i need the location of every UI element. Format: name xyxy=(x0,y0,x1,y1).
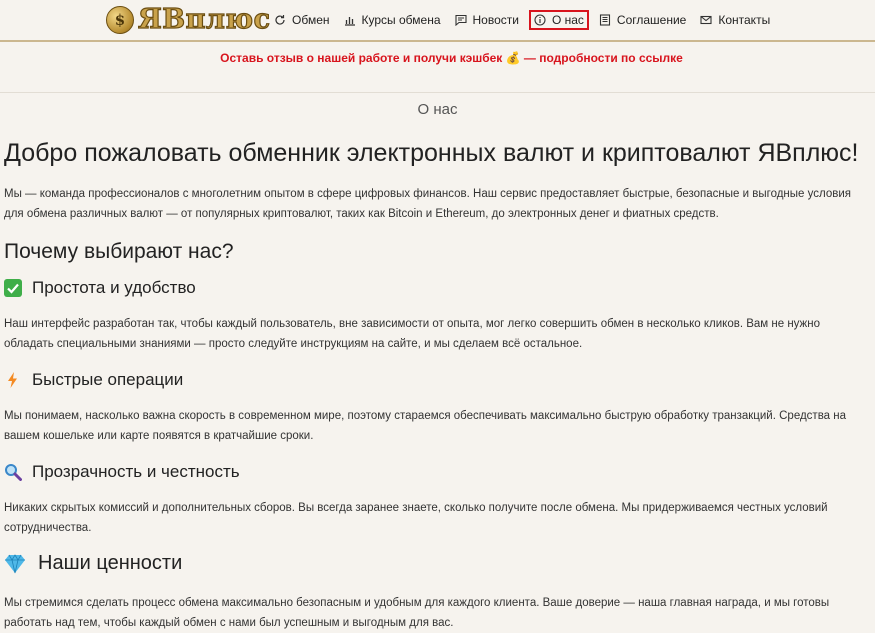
nav-contacts[interactable]: Контакты xyxy=(696,11,774,29)
values-text: Мы стремимся сделать процесс обмена макс… xyxy=(4,597,830,629)
gem-icon xyxy=(4,553,26,574)
magnifier-icon xyxy=(4,463,22,481)
coin-logo-icon: $ xyxy=(106,6,134,34)
book-icon xyxy=(599,14,611,26)
section-title-transparency: Прозрачность и честность xyxy=(32,462,240,481)
page-heading: О нас xyxy=(0,92,875,118)
section-text-transparency: Никаких скрытых комиссий и дополнительны… xyxy=(4,502,828,534)
message-icon xyxy=(454,14,467,26)
check-icon xyxy=(4,279,22,297)
nav-news[interactable]: Новости xyxy=(451,11,523,29)
nav-about[interactable]: О нас xyxy=(528,10,589,30)
nav-agreement[interactable]: Соглашение xyxy=(595,11,690,29)
nav-contacts-label: Контакты xyxy=(718,13,771,27)
nav-rates-label: Курсы обмена xyxy=(361,13,441,27)
values-heading: Наши ценности xyxy=(4,552,868,575)
page-title: Добро пожаловать обменник электронных ва… xyxy=(4,139,859,167)
main-nav: Обмен Курсы обмена Новости О нас Соглаше… xyxy=(270,0,780,40)
intro-paragraph: Мы — команда профессионалов с многолетни… xyxy=(4,188,851,220)
nav-agreement-label: Соглашение xyxy=(616,13,687,27)
site-logo[interactable]: $ ЯВплюс xyxy=(106,4,271,35)
site-header: $ ЯВплюс Обмен Курсы обмена Новости О на… xyxy=(0,0,875,42)
nav-exchange[interactable]: Обмен xyxy=(270,11,334,29)
nav-exchange-label: Обмен xyxy=(292,13,330,27)
mail-icon xyxy=(700,14,712,26)
info-icon xyxy=(534,14,546,26)
section-heading-transparency: Прозрачность и честность xyxy=(4,462,868,482)
why-heading: Почему выбирают нас? xyxy=(4,240,234,263)
values-title: Наши ценности xyxy=(38,552,183,574)
nav-news-label: Новости xyxy=(472,13,519,27)
section-text-simplicity: Наш интерфейс разработан так, чтобы кажд… xyxy=(4,318,821,350)
section-heading-simplicity: Простота и удобство xyxy=(4,278,868,298)
about-content: Добро пожаловать обменник электронных ва… xyxy=(4,136,868,633)
logo-text: ЯВплюс xyxy=(137,4,271,35)
nav-about-label: О нас xyxy=(551,13,584,27)
lightning-icon xyxy=(4,371,22,389)
section-title-simplicity: Простота и удобство xyxy=(32,278,196,297)
section-heading-speed: Быстрые операции xyxy=(4,370,868,390)
refresh-icon xyxy=(274,14,286,26)
section-title-speed: Быстрые операции xyxy=(32,370,184,389)
nav-rates[interactable]: Курсы обмена xyxy=(340,11,445,29)
promo-banner-link[interactable]: Оставь отзыв о нашей работе и получи кэш… xyxy=(0,51,875,65)
bar-chart-icon xyxy=(344,14,356,26)
section-text-speed: Мы понимаем, насколько важна скорость в … xyxy=(4,410,847,442)
